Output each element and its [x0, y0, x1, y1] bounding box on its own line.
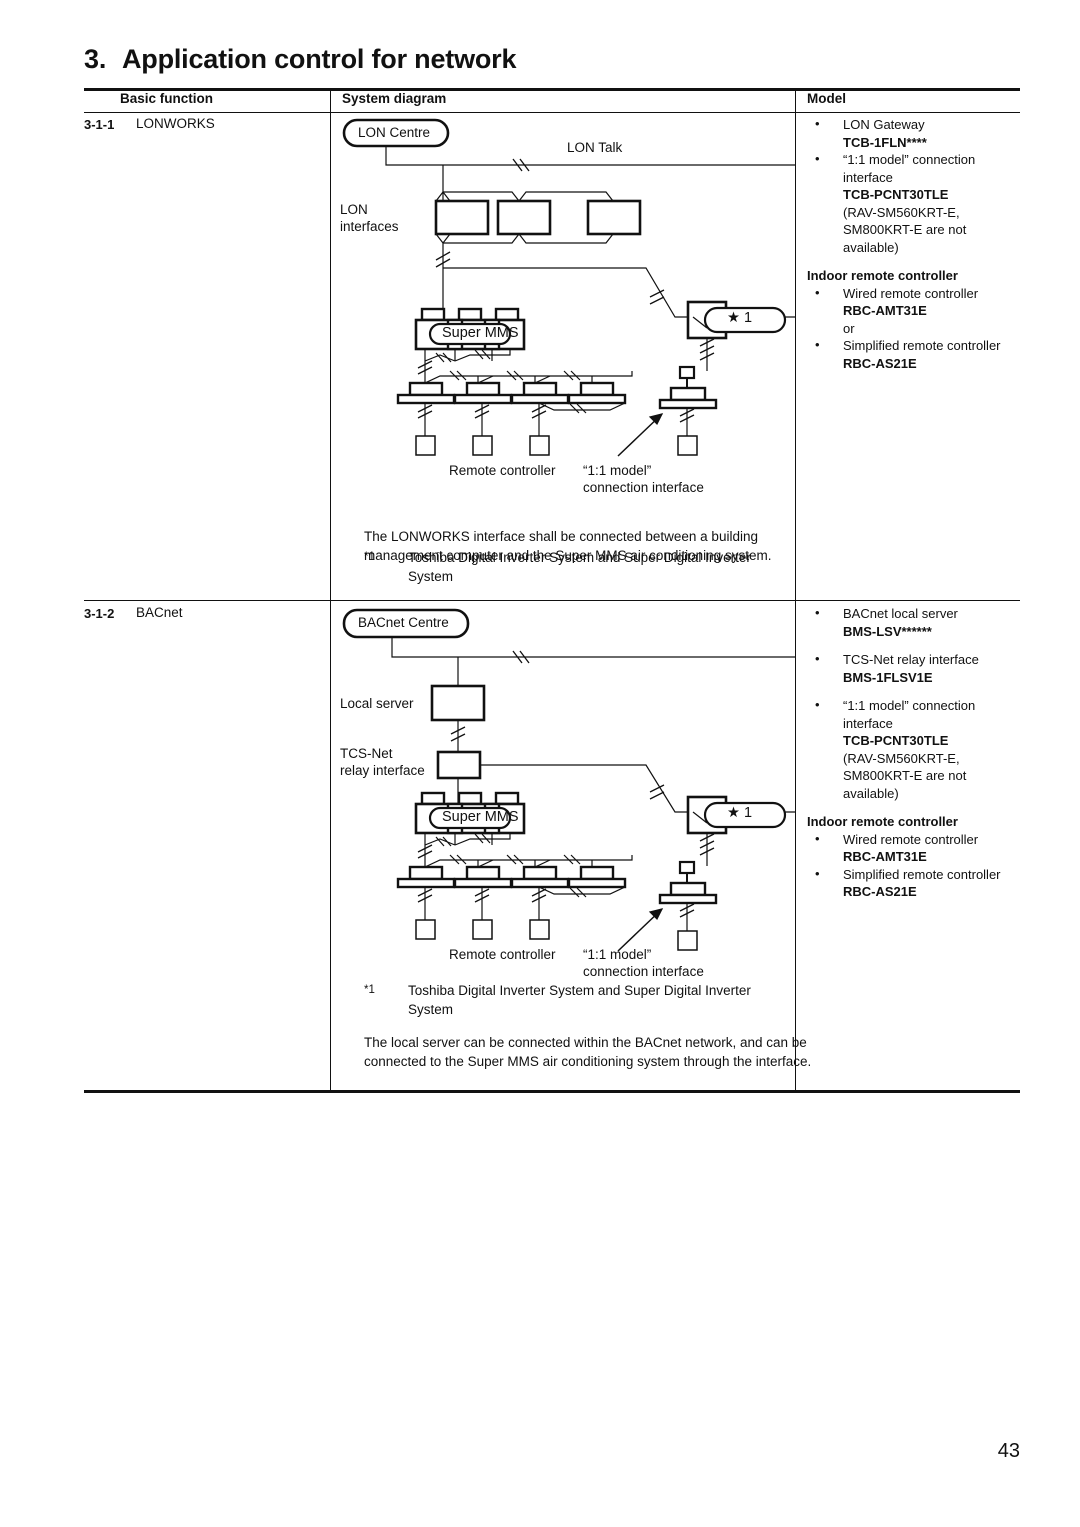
model-subheading: Indoor remote controller — [807, 268, 958, 283]
diagram-centre-box-label-1: LON Centre — [358, 125, 431, 140]
model-part-number: TCB-PCNT30TLE — [843, 733, 949, 748]
row-name-bacnet: BACnet — [136, 605, 183, 620]
row-index-3-1-2: 3-1-2 — [84, 606, 115, 621]
model-part-number: RBC-AMT31E — [843, 303, 927, 318]
page-title-text: Application control for network — [122, 44, 517, 74]
diagram-one-to-one-label-2: “1:1 model” connection interface — [583, 947, 704, 979]
application-control-table: Basic function System diagram Model 3-1-… — [84, 88, 1020, 1093]
model-part-number: RBC-AMT31E — [843, 849, 927, 864]
model-part-number: BMS-LSV****** — [843, 623, 932, 639]
model-bullet-item: Simplified remote controller — [807, 336, 1015, 355]
page-title-number: 3. — [84, 44, 107, 74]
diagram-interfaces-label-1: LON interfaces — [340, 202, 399, 234]
model-part-number: RBC-AS21E — [843, 355, 917, 371]
model-part-number: TCB-1FLN**** — [843, 134, 927, 150]
model-bullet-item: “1:1 model” connection interface — [807, 696, 1015, 732]
model-part-number: TCB-PCNT30TLE — [843, 187, 949, 202]
model-detail-line: SM800KRT-E are not available) — [843, 222, 967, 255]
model-detail-line: (RAV-SM560KRT-E, — [843, 204, 960, 220]
page-number: 43 — [997, 1440, 1020, 1462]
model-bullet-item: Wired remote controller — [807, 830, 1015, 849]
row-name-lonworks: LONWORKS — [136, 116, 215, 131]
model-subheading: Indoor remote controller — [807, 814, 958, 829]
model-part-number: RBC-AS21E — [843, 884, 917, 899]
diagram-controller-box-label-2: Super MMS — [442, 809, 519, 825]
model-spacer — [807, 640, 1015, 651]
model-detail-line: SM800KRT-E are not available) — [843, 768, 967, 801]
column-header-model: Model — [807, 91, 846, 106]
diagram-one-to-one-label-1: “1:1 model” connection interface — [583, 463, 704, 495]
model-bullet-item: LON Gateway — [807, 115, 1015, 134]
diagram-bus-label-1: LON Talk — [567, 140, 623, 155]
diagram-relay-label-2: TCS-Net relay interface — [340, 746, 425, 778]
diagram-star-box-label-2: ★ 1 — [727, 805, 753, 821]
footnote-marker-2: *1 — [364, 984, 375, 996]
table-top-rule — [84, 88, 1020, 91]
diagram-centre-box-label-2: BACnet Centre — [358, 615, 449, 630]
model-detail-line: (RAV-SM560KRT-E, — [843, 750, 960, 766]
model-bullet-item: BACnet local server — [807, 604, 1015, 623]
model-bullet-item: Simplified remote controller — [807, 865, 1015, 884]
col-divider-2 — [795, 88, 797, 1091]
model-bullet-item: “1:1 model” connection interface — [807, 150, 1015, 186]
model-bullet-item: Wired remote controller — [807, 284, 1015, 303]
diagram-controller-box-label-1: Super MMS — [442, 325, 519, 341]
diagram-local-server-label-2: Local server — [340, 696, 414, 711]
paragraph-2: The local server can be connected within… — [364, 1035, 812, 1069]
model-list-2: BACnet local serverBMS-LSV****** TCS-Net … — [807, 604, 1015, 901]
column-header-system-diagram: System diagram — [342, 91, 447, 106]
paragraph-1: The LONWORKS interface shall be connecte… — [364, 529, 772, 563]
model-detail-line: or — [843, 320, 855, 336]
model-bullet-item: TCS-Net relay interface — [807, 650, 1015, 669]
diagram-star-box-label-1: ★ 1 — [727, 310, 753, 326]
footnote-text-2: Toshiba Digital Inverter System and Supe… — [408, 983, 751, 1017]
model-list-1: LON GatewayTCB-1FLN****“1:1 model” conne… — [807, 115, 1015, 372]
model-spacer — [807, 256, 1015, 267]
diagram-remote-controller-label-2: Remote controller — [449, 947, 556, 962]
column-header-basic-function: Basic function — [120, 91, 214, 106]
footnote-2: *1 Toshiba Digital Inverter System and S… — [364, 981, 784, 1019]
table-bottom-rule — [84, 1090, 1020, 1093]
diagram-remote-controller-label-1: Remote controller — [449, 463, 556, 478]
model-spacer — [807, 802, 1015, 813]
row-index-3-1-1: 3-1-1 — [84, 117, 115, 132]
model-part-number: BMS-1FLSV1E — [843, 669, 933, 685]
page-title: 3. Application control for network — [84, 44, 517, 75]
model-spacer — [807, 686, 1015, 697]
